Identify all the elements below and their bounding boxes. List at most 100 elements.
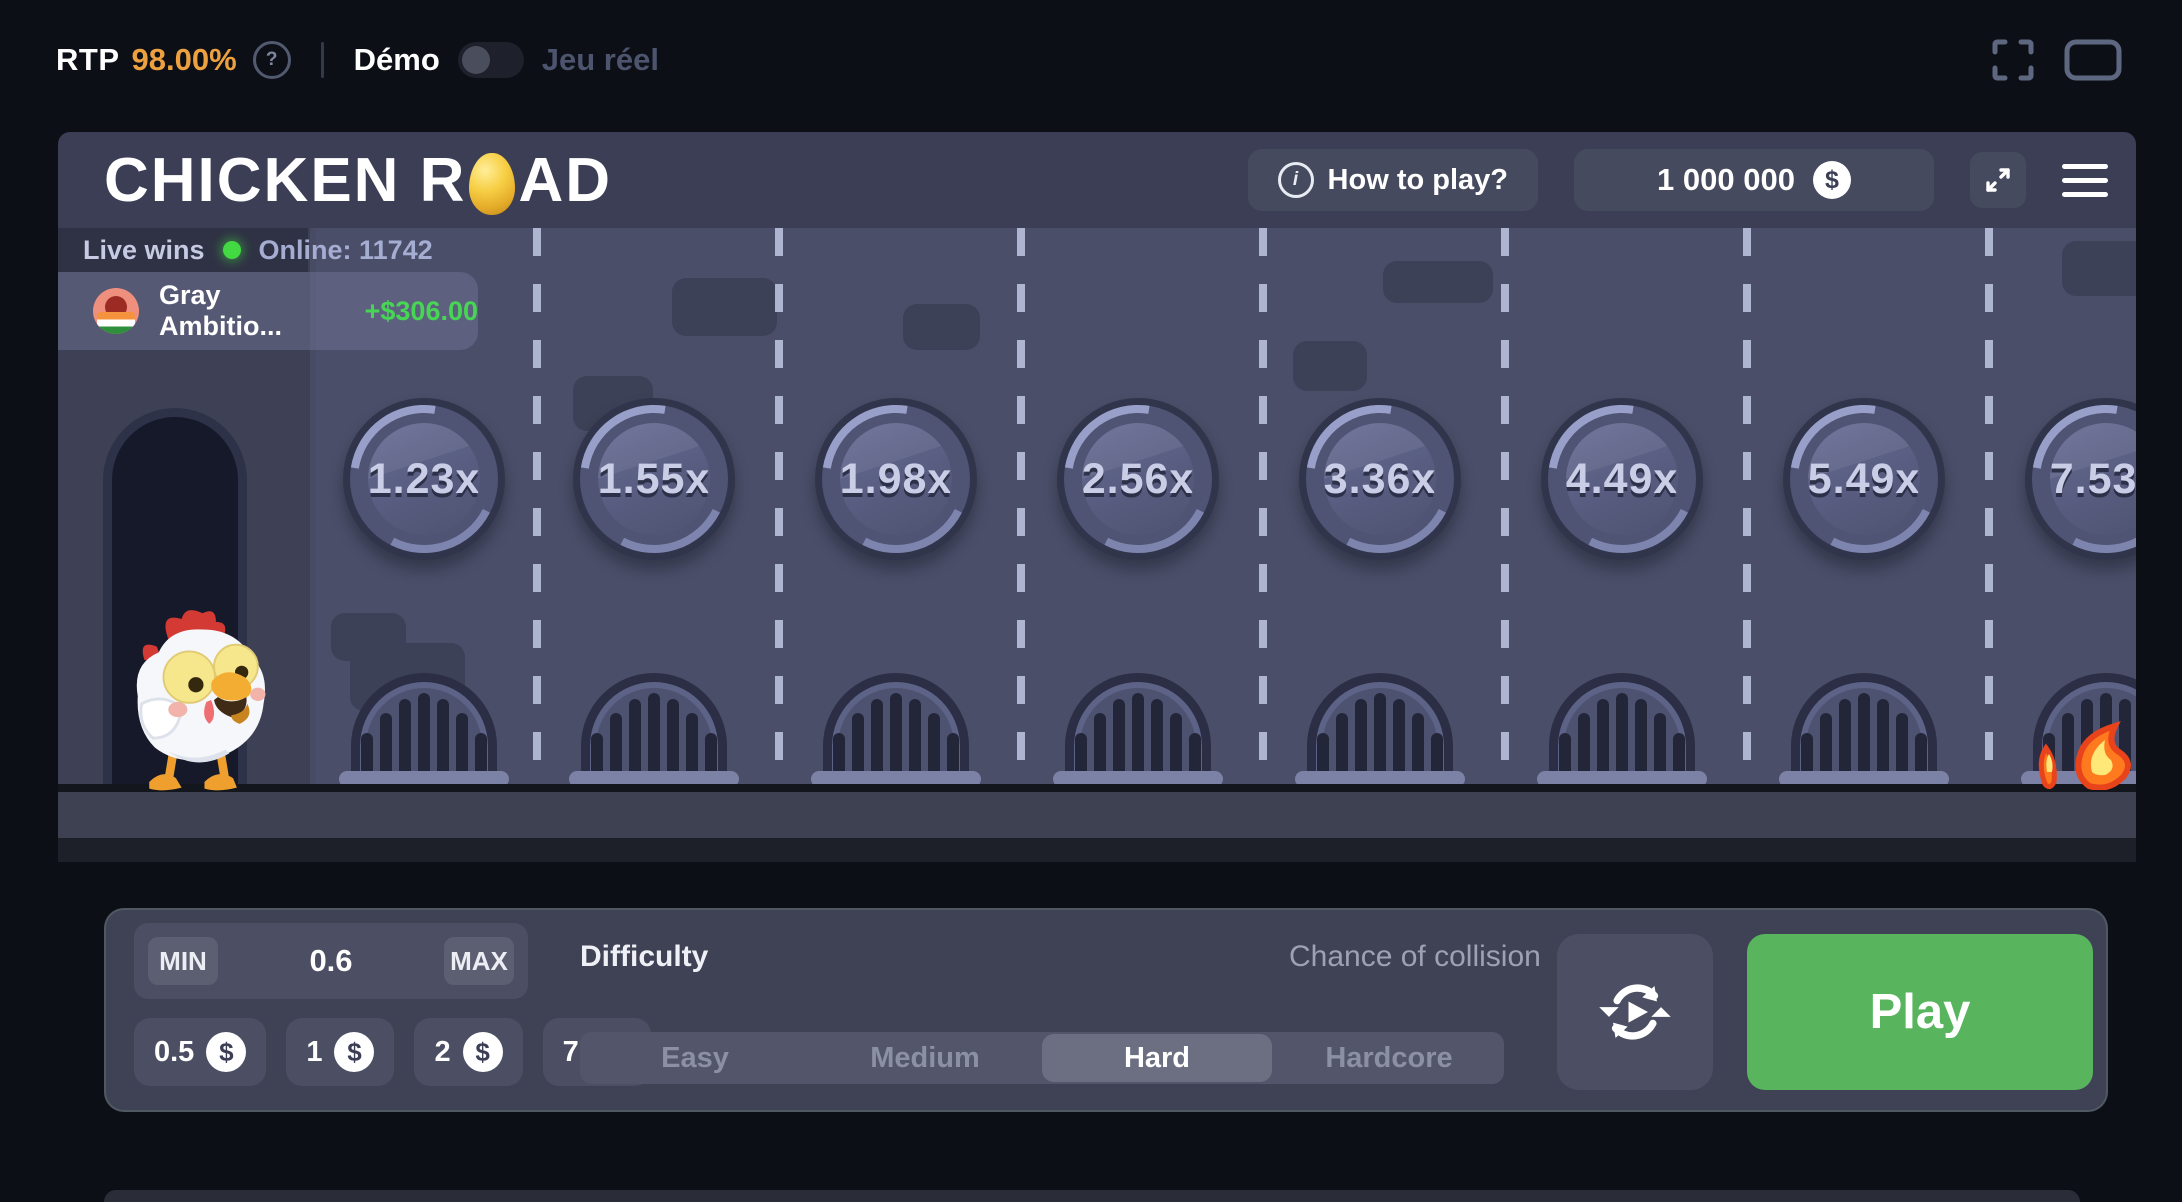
expand-game-button[interactable] <box>1970 152 2026 208</box>
balance-value: 1 000 000 <box>1657 162 1795 198</box>
multiplier-value: 2.56x <box>1082 455 1194 504</box>
multiplier-disc: 3.36x <box>1299 398 1461 560</box>
lane-divider <box>1017 228 1025 784</box>
logo-text-left: CHICKEN R <box>104 145 466 216</box>
autoplay-button[interactable] <box>1557 934 1713 1090</box>
multiplier-value: 3.36x <box>1324 455 1436 504</box>
rtp-help-icon[interactable]: ? <box>253 41 291 79</box>
multiplier-value: 1.55x <box>598 455 710 504</box>
lane-divider <box>775 228 783 784</box>
controls-panel: MIN 0.6 MAX 0.5$1$2$7$ Difficulty Chance… <box>104 908 2108 1112</box>
sewer-grate <box>1307 673 1453 785</box>
road-bottom-line <box>58 784 2136 792</box>
live-win-entry[interactable]: Gray Ambitio... +$306.00 <box>58 272 478 350</box>
sewer-grate <box>1065 673 1211 785</box>
road-patch <box>1383 261 1493 303</box>
india-flag-icon <box>97 312 135 334</box>
sewer-grate <box>351 673 497 785</box>
difficulty-tab-easy[interactable]: Easy <box>580 1032 810 1084</box>
fullscreen-icon <box>1990 37 2036 83</box>
quick-bet-button[interactable]: 0.5$ <box>134 1018 266 1086</box>
egg-icon <box>469 153 515 215</box>
info-icon: i <box>1278 162 1314 198</box>
win-amount: +$306.00 <box>365 296 478 327</box>
road-patch <box>2062 241 2136 296</box>
theatre-mode-icon <box>2064 39 2122 81</box>
quick-bet-button[interactable]: 2$ <box>414 1018 522 1086</box>
road-patch <box>672 278 777 336</box>
how-to-play-button[interactable]: i How to play? <box>1248 149 1538 211</box>
live-wins-label: Live wins <box>83 235 205 266</box>
multiplier-disc: 2.56x <box>1057 398 1219 560</box>
real-mode-label: Jeu réel <box>542 42 659 78</box>
multiplier-value: 1.98x <box>840 455 952 504</box>
chicken-road-logo: CHICKEN R AD <box>104 145 612 216</box>
multiplier-disc: 5.49x <box>1783 398 1945 560</box>
rtp-value: 98.00% <box>132 42 237 78</box>
winner-name: Gray Ambitio... <box>159 280 345 342</box>
road-patch <box>1293 341 1367 391</box>
sewer-grate <box>1791 673 1937 785</box>
lane-divider <box>1501 228 1509 784</box>
dollar-coin-icon: $ <box>206 1032 246 1072</box>
menu-icon <box>2062 164 2108 169</box>
multiplier-value: 5.49x <box>1808 455 1920 504</box>
road-patch <box>903 304 980 350</box>
toggle-knob <box>462 46 490 74</box>
difficulty-tabs: EasyMediumHardHardcore <box>580 1032 1504 1084</box>
lane-divider <box>1743 228 1751 784</box>
menu-button[interactable] <box>2062 164 2108 197</box>
dollar-coin-icon: $ <box>1813 161 1851 199</box>
quick-bet-group: 0.5$1$2$7$ <box>134 1018 651 1086</box>
online-count: Online: 11742 <box>259 235 433 266</box>
rtp-label: RTP <box>56 42 120 78</box>
multiplier-disc: 1.23x <box>343 398 505 560</box>
bet-value[interactable]: 0.6 <box>309 943 352 979</box>
winner-avatar <box>93 288 139 334</box>
multiplier-value: 1.23x <box>368 455 480 504</box>
autoplay-icon <box>1596 973 1674 1051</box>
curb <box>58 792 2136 838</box>
multiplier-disc: 4.49x <box>1541 398 1703 560</box>
sewer-grate <box>581 673 727 785</box>
multiplier-disc: 1.55x <box>573 398 735 560</box>
logo-text-right: AD <box>518 145 612 216</box>
multiplier-disc: 1.98x <box>815 398 977 560</box>
game-header: CHICKEN R AD i How to play? 1 000 000 $ <box>58 132 2136 228</box>
max-bet-button[interactable]: MAX <box>444 937 514 985</box>
expand-icon <box>1980 162 2016 198</box>
sewer-grate <box>1549 673 1695 785</box>
multiplier-value: 4.49x <box>1566 455 1678 504</box>
online-dot-icon <box>223 241 241 259</box>
demo-mode-label: Démo <box>354 42 440 78</box>
next-section-panel <box>104 1190 2080 1202</box>
lane-divider <box>533 228 541 784</box>
multiplier-disc: 7.53x <box>2025 398 2136 560</box>
theatre-mode-button[interactable] <box>2064 39 2122 81</box>
fire-icon <box>2031 710 2136 795</box>
min-bet-button[interactable]: MIN <box>148 937 218 985</box>
fullscreen-button[interactable] <box>1990 37 2036 83</box>
play-button[interactable]: Play <box>1747 934 2093 1090</box>
quick-bet-button[interactable]: 1$ <box>286 1018 394 1086</box>
dollar-coin-icon: $ <box>334 1032 374 1072</box>
chicken-character <box>113 604 275 796</box>
chance-of-collision-label: Chance of collision <box>1289 940 1541 974</box>
difficulty-tab-hardcore[interactable]: Hardcore <box>1274 1032 1504 1084</box>
sewer-grate <box>823 673 969 785</box>
how-to-play-label: How to play? <box>1328 164 1508 197</box>
game-field: 1.23x 1.55x 1.98x 2.56x 3.36x 4.49x 5.49x 7.53x <box>58 228 2136 862</box>
dollar-coin-icon: $ <box>463 1032 503 1072</box>
demo-real-toggle[interactable] <box>458 42 524 78</box>
field-bottom-strip <box>58 838 2136 862</box>
top-bar: RTP 98.00% ? Démo Jeu réel <box>0 0 2182 110</box>
multiplier-value: 7.53x <box>2050 455 2136 504</box>
balance-display: 1 000 000 $ <box>1574 149 1934 211</box>
road-patch <box>331 613 406 661</box>
lane-divider <box>1259 228 1267 784</box>
difficulty-tab-medium[interactable]: Medium <box>810 1032 1040 1084</box>
difficulty-tab-hard[interactable]: Hard <box>1042 1034 1272 1082</box>
difficulty-label: Difficulty <box>580 940 708 974</box>
lane-divider <box>1985 228 1993 784</box>
app-root: RTP 98.00% ? Démo Jeu réel CHICKEN RA <box>0 0 2182 1202</box>
